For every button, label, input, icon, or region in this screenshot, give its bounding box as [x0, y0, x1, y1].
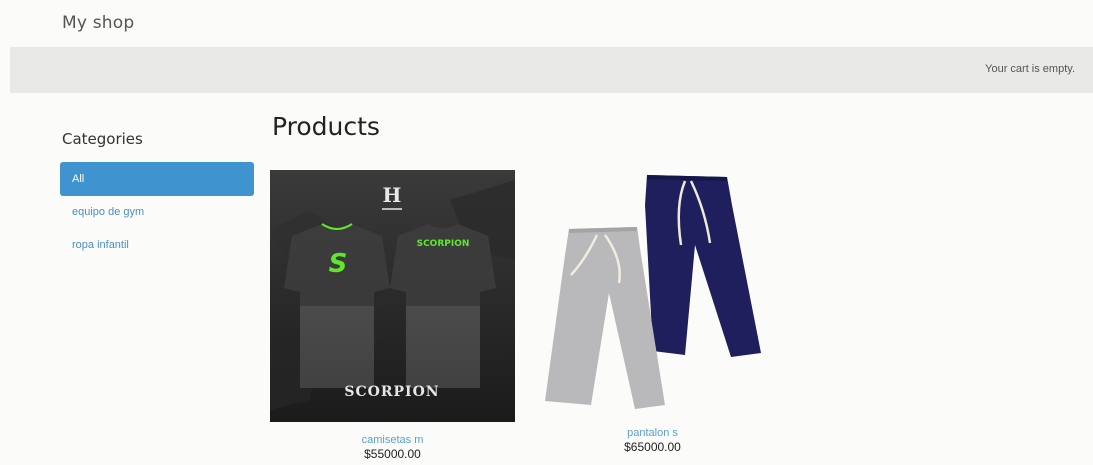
scorpion-brand-text: SCORPION: [344, 384, 439, 400]
product-image-shirts[interactable]: H S SCORPION SCORPION: [270, 170, 515, 422]
page-title: Products: [272, 112, 380, 141]
product-name-link[interactable]: camisetas m: [270, 434, 515, 446]
shirt-back-text: SCORPION: [417, 239, 470, 249]
product-card: H S SCORPION SCORPION camisetas m $55000…: [270, 170, 515, 461]
product-card: pantalon s $65000.00: [535, 165, 770, 454]
category-item-equipo-de-gym[interactable]: equipo de gym: [60, 196, 254, 229]
category-list: All equipo de gym ropa infantil: [60, 162, 254, 262]
header-logo-letter: H: [383, 183, 402, 207]
shop-brand[interactable]: My shop: [62, 13, 134, 33]
category-item-ropa-infantil[interactable]: ropa infantil: [60, 229, 254, 262]
sidebar: Categories All equipo de gym ropa infant…: [60, 130, 254, 262]
categories-heading: Categories: [62, 130, 143, 148]
shirt-front-mark: S: [329, 249, 348, 279]
category-item-all[interactable]: All: [60, 162, 254, 196]
product-image-pants[interactable]: [535, 165, 770, 415]
product-price: $55000.00: [364, 447, 421, 461]
product-name-link[interactable]: pantalon s: [535, 427, 770, 439]
cart-status: Your cart is empty.: [985, 63, 1075, 75]
product-price: $65000.00: [624, 440, 681, 454]
cart-bar: Your cart is empty.: [10, 47, 1093, 93]
